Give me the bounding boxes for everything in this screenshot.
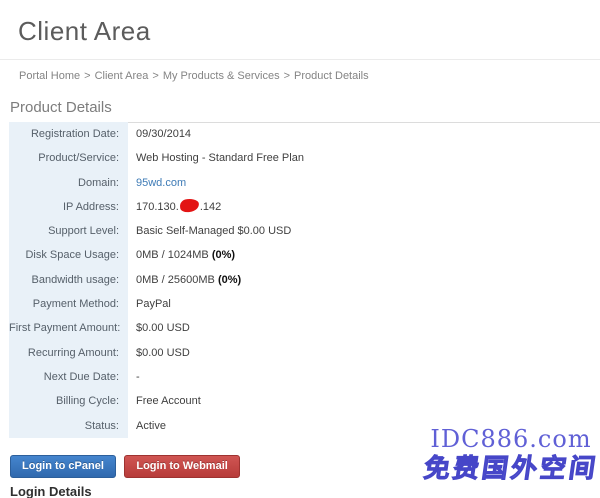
login-details-heading: Login Details — [10, 484, 92, 498]
detail-value-text: 0MB / 25600MB — [136, 274, 218, 286]
detail-label: First Payment Amount: — [9, 316, 128, 340]
detail-row: Recurring Amount: $0.00 USD — [9, 341, 590, 365]
login-cpanel-button[interactable]: Login to cPanel — [10, 455, 116, 478]
detail-value-text: Free Account — [136, 395, 201, 407]
detail-row: Billing Cycle: Free Account — [9, 389, 590, 413]
breadcrumb-my-products-services[interactable]: My Products & Services — [163, 70, 280, 82]
detail-label: Next Due Date: — [9, 365, 128, 389]
detail-value: Web Hosting - Standard Free Plan — [128, 146, 304, 170]
detail-value: 0MB / 1024MB (0%) — [128, 243, 235, 267]
detail-value-text: - — [136, 371, 140, 383]
detail-label: Payment Method: — [9, 292, 128, 316]
detail-value: Active — [128, 414, 166, 438]
product-details-heading: Product Details — [10, 99, 600, 123]
detail-label: Domain: — [9, 171, 128, 195]
breadcrumb-product-details: Product Details — [294, 70, 369, 82]
detail-row: Registration Date: 09/30/2014 — [9, 122, 590, 146]
detail-value-text: 170.130. — [136, 201, 179, 213]
detail-value: 0MB / 25600MB (0%) — [128, 268, 241, 292]
detail-value-text: Web Hosting - Standard Free Plan — [136, 152, 304, 164]
detail-label: Disk Space Usage: — [9, 243, 128, 267]
detail-value-text: PayPal — [136, 298, 171, 310]
detail-label: Status: — [9, 414, 128, 438]
detail-row: Payment Method: PayPal — [9, 292, 590, 316]
detail-label: Support Level: — [9, 219, 128, 243]
detail-row: Status: Active — [9, 414, 590, 438]
domain-link[interactable]: 95wd.com — [136, 177, 186, 189]
detail-value-text: Active — [136, 420, 166, 432]
detail-value-text: 0MB / 1024MB — [136, 249, 212, 261]
detail-label: Recurring Amount: — [9, 341, 128, 365]
detail-value-text: 09/30/2014 — [136, 128, 191, 140]
detail-row: Product/Service: Web Hosting - Standard F… — [9, 146, 590, 170]
detail-row: Disk Space Usage:0MB / 1024MB (0%) — [9, 243, 590, 267]
action-buttons: Login to cPanel Login to Webmail — [10, 455, 244, 478]
redaction-scribble — [179, 199, 199, 214]
detail-value: 170.130. .142 — [128, 195, 221, 219]
breadcrumb: Portal Home>Client Area>My Products & Se… — [19, 70, 369, 82]
detail-value: Free Account — [128, 389, 201, 413]
detail-row: Bandwidth usage:0MB / 25600MB (0%) — [9, 268, 590, 292]
breadcrumb-portal-home[interactable]: Portal Home — [19, 70, 80, 82]
watermark-caption-text: 免费国外空间 — [422, 452, 600, 486]
detail-value-text: $0.00 USD — [136, 347, 190, 359]
detail-label: Registration Date: — [9, 122, 128, 146]
product-details-table: Registration Date: 09/30/2014 Product/Serv… — [9, 122, 590, 438]
detail-value: - — [128, 365, 140, 389]
detail-value-text: (0%) — [212, 249, 235, 261]
detail-row: First Payment Amount: $0.00 USD — [9, 316, 590, 340]
detail-value: PayPal — [128, 292, 171, 316]
detail-value: $0.00 USD — [128, 341, 190, 365]
detail-label: Billing Cycle: — [9, 389, 128, 413]
login-webmail-button[interactable]: Login to Webmail — [124, 455, 239, 478]
detail-value: Basic Self-Managed $0.00 USD — [128, 219, 291, 243]
header-divider — [0, 59, 600, 60]
detail-value-text: (0%) — [218, 274, 241, 286]
breadcrumb-separator: > — [80, 70, 94, 82]
detail-value: $0.00 USD — [128, 316, 190, 340]
detail-value-text: .142 — [200, 201, 221, 213]
detail-row: Next Due Date:- — [9, 365, 590, 389]
breadcrumb-separator: > — [148, 70, 162, 82]
breadcrumb-separator: > — [280, 70, 294, 82]
breadcrumb-client-area[interactable]: Client Area — [95, 70, 149, 82]
detail-label: Product/Service: — [9, 146, 128, 170]
detail-value: 95wd.com — [128, 171, 186, 195]
detail-label: IP Address: — [9, 195, 128, 219]
detail-row: Domain: 95wd.com — [9, 171, 590, 195]
page-title: Client Area — [18, 16, 151, 47]
detail-value-text: $0.00 USD — [136, 322, 190, 334]
detail-label: Bandwidth usage: — [9, 268, 128, 292]
detail-row: Support Level: Basic Self-Managed $0.00 U… — [9, 219, 590, 243]
detail-value-text: Basic Self-Managed $0.00 USD — [136, 225, 291, 237]
detail-value: 09/30/2014 — [128, 122, 191, 146]
client-area-page: Client Area Portal Home>Client Area>My P… — [0, 0, 600, 498]
detail-row: IP Address: 170.130. .142 — [9, 195, 590, 219]
